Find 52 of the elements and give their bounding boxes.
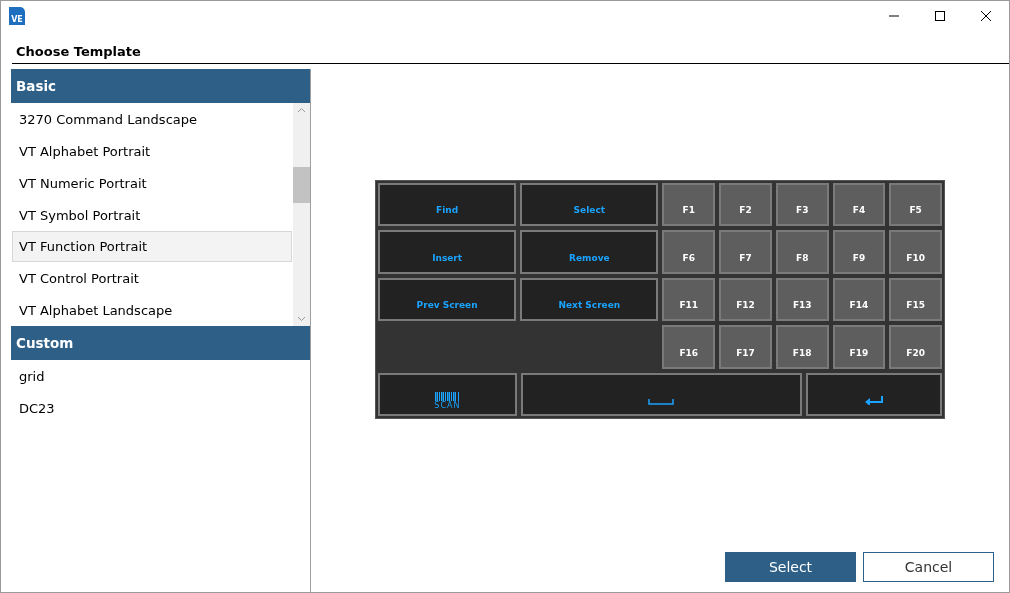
- barcode-icon: [434, 392, 461, 402]
- keyboard-key[interactable]: Select: [520, 182, 659, 227]
- scan-label: SCAN: [434, 402, 461, 411]
- keyboard-key[interactable]: [806, 372, 942, 417]
- keyboard-key[interactable]: F9: [832, 230, 886, 274]
- keyboard-key[interactable]: Prev Screen: [378, 277, 517, 322]
- space-bar-icon: [648, 399, 675, 406]
- keyboard-key[interactable]: F3: [775, 182, 829, 227]
- keyboard-key[interactable]: SCAN: [378, 372, 517, 417]
- template-item[interactable]: VT Numeric Portrait: [12, 167, 292, 199]
- keyboard-key[interactable]: F2: [719, 182, 772, 227]
- group-header: Custom: [11, 326, 310, 360]
- keyboard-key[interactable]: F19: [832, 325, 886, 369]
- keyboard-key[interactable]: [520, 372, 803, 417]
- close-icon: [981, 11, 991, 21]
- select-button[interactable]: Select: [725, 552, 856, 582]
- template-item[interactable]: VT Symbol Portrait: [12, 199, 292, 231]
- keyboard-key[interactable]: F13: [775, 277, 829, 322]
- dialog-heading: Choose Template: [12, 41, 1009, 64]
- keyboard-key[interactable]: Next Screen: [520, 277, 659, 322]
- cancel-button[interactable]: Cancel: [863, 552, 994, 582]
- keyboard-key[interactable]: F18: [775, 325, 829, 369]
- keyboard-key[interactable]: F12: [719, 277, 772, 322]
- template-item[interactable]: VT Alphabet Landscape: [12, 295, 292, 326]
- keyboard-key[interactable]: F20: [889, 325, 942, 369]
- keyboard-key[interactable]: Remove: [520, 230, 659, 274]
- app-icon: VE: [9, 7, 25, 25]
- keyboard-key[interactable]: F7: [719, 230, 772, 274]
- keyboard-key[interactable]: F4: [832, 182, 886, 227]
- keyboard-key[interactable]: F6: [662, 230, 716, 274]
- keyboard-key[interactable]: F10: [889, 230, 943, 274]
- template-item[interactable]: VT Control Portrait: [12, 263, 292, 295]
- keyboard-key[interactable]: F17: [719, 325, 772, 369]
- keyboard-key[interactable]: Find: [378, 182, 517, 227]
- scrollbar-thumb[interactable]: [293, 166, 310, 203]
- template-item[interactable]: DC23: [12, 393, 309, 424]
- keyboard-key[interactable]: F15: [889, 277, 943, 322]
- keyboard-key[interactable]: F8: [775, 230, 829, 274]
- enter-icon: [865, 396, 884, 406]
- group-header: Basic: [11, 69, 310, 103]
- keyboard-key[interactable]: F14: [832, 277, 886, 322]
- scrollbar[interactable]: [293, 103, 310, 326]
- keyboard-key[interactable]: Insert: [378, 230, 517, 274]
- maximize-icon: [935, 11, 945, 21]
- template-item[interactable]: VT Alphabet Portrait: [12, 135, 292, 167]
- keyboard-key[interactable]: F5: [889, 182, 943, 227]
- template-item[interactable]: 3270 Command Landscape: [12, 104, 292, 135]
- keyboard-key[interactable]: F1: [662, 182, 716, 227]
- keyboard-key[interactable]: F11: [662, 277, 716, 322]
- template-item[interactable]: VT Function Portrait: [12, 231, 292, 263]
- template-item[interactable]: grid: [12, 361, 309, 392]
- keyboard-key[interactable]: F16: [662, 325, 716, 369]
